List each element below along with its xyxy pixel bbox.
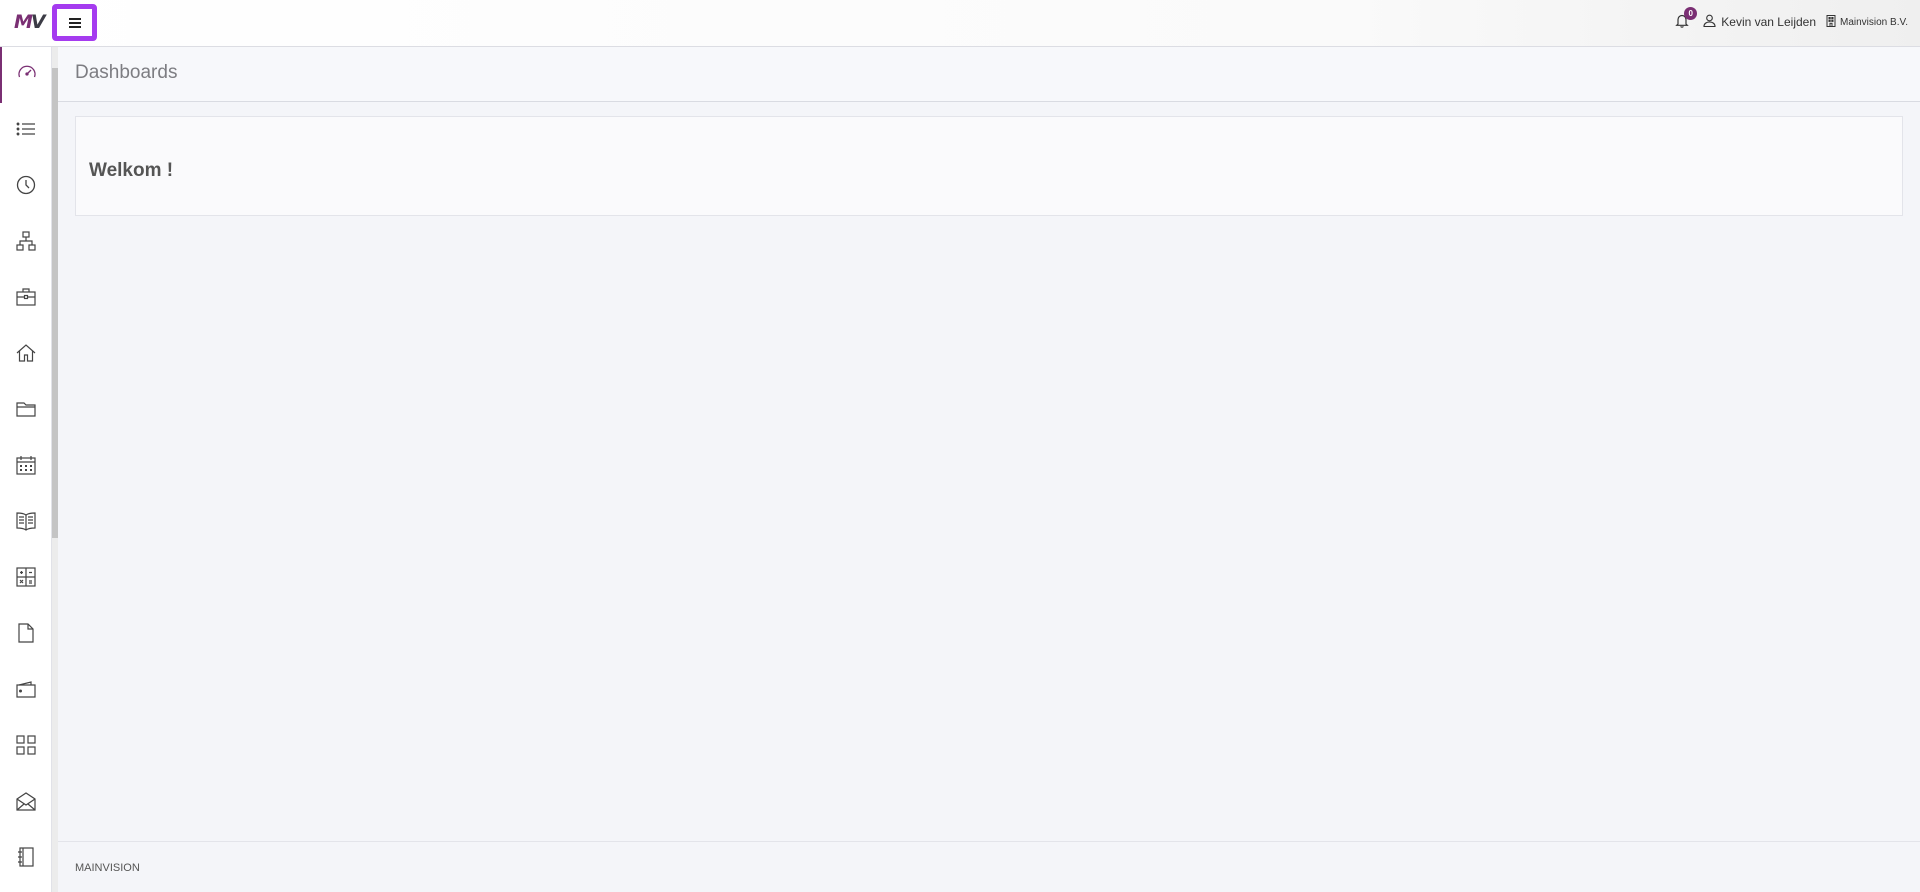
folder-icon	[15, 398, 37, 425]
sidebar-item-wallet[interactable]	[0, 663, 52, 719]
envelope-open-icon	[15, 790, 37, 817]
page-title: Dashboards	[75, 62, 178, 83]
book-icon	[15, 510, 37, 537]
user-icon	[1703, 14, 1716, 30]
top-right-actions: 0 Kevin van Leijden Mainvision B.V.	[1671, 0, 1908, 44]
app-logo[interactable]: MV	[14, 11, 46, 33]
sidebar-item-organization[interactable]	[0, 215, 52, 271]
sidebar-item-dashboard[interactable]	[0, 47, 52, 103]
calendar-icon	[15, 454, 37, 481]
sidebar-item-notes[interactable]	[0, 831, 52, 887]
list-icon	[15, 118, 37, 145]
wallet-icon	[15, 678, 37, 705]
sidebar-item-apps[interactable]	[0, 719, 52, 775]
home-icon	[15, 342, 37, 369]
clock-icon	[15, 174, 37, 201]
sidebar-item-knowledge[interactable]	[0, 495, 52, 551]
sidebar-item-finance[interactable]	[0, 551, 52, 607]
welcome-heading: Welkom !	[89, 160, 174, 181]
sidebar-item-mail[interactable]	[0, 775, 52, 831]
company-name: Mainvision B.V.	[1840, 16, 1908, 28]
hamburger-icon	[68, 17, 81, 28]
document-icon	[15, 622, 37, 649]
sidebar-item-time[interactable]	[0, 159, 52, 215]
notebook-icon	[15, 846, 37, 873]
footer: MAINVISION	[58, 841, 1920, 892]
menu-toggle-button[interactable]	[52, 4, 97, 41]
company-selector[interactable]: Mainvision B.V.	[1826, 14, 1908, 30]
sidebar-item-files[interactable]	[0, 383, 52, 439]
sidebar	[0, 47, 52, 892]
sidebar-item-documents[interactable]	[0, 607, 52, 663]
welcome-card: Welkom !	[75, 116, 1903, 216]
page-header: Dashboards	[58, 47, 1920, 102]
sidebar-item-list[interactable]	[0, 103, 52, 159]
user-name: Kevin van Leijden	[1721, 15, 1816, 29]
grid-icon	[15, 734, 37, 761]
briefcase-icon	[15, 286, 37, 313]
calculator-icon	[15, 566, 37, 593]
notification-count-badge: 0	[1684, 7, 1698, 20]
top-bar: MV 0 Kevin van Leijden Mainvision B.V.	[0, 0, 1920, 47]
building-icon	[1826, 14, 1836, 30]
user-menu[interactable]: Kevin van Leijden	[1703, 14, 1816, 30]
notifications-button[interactable]: 0	[1671, 7, 1698, 33]
hierarchy-icon	[15, 230, 37, 257]
sidebar-scrollbar-thumb[interactable]	[52, 68, 58, 538]
sidebar-item-projects[interactable]	[0, 271, 52, 327]
sidebar-item-home[interactable]	[0, 327, 52, 383]
footer-text: MAINVISION	[75, 862, 140, 874]
sidebar-item-calendar[interactable]	[0, 439, 52, 495]
dashboard-gauge-icon	[16, 62, 38, 89]
